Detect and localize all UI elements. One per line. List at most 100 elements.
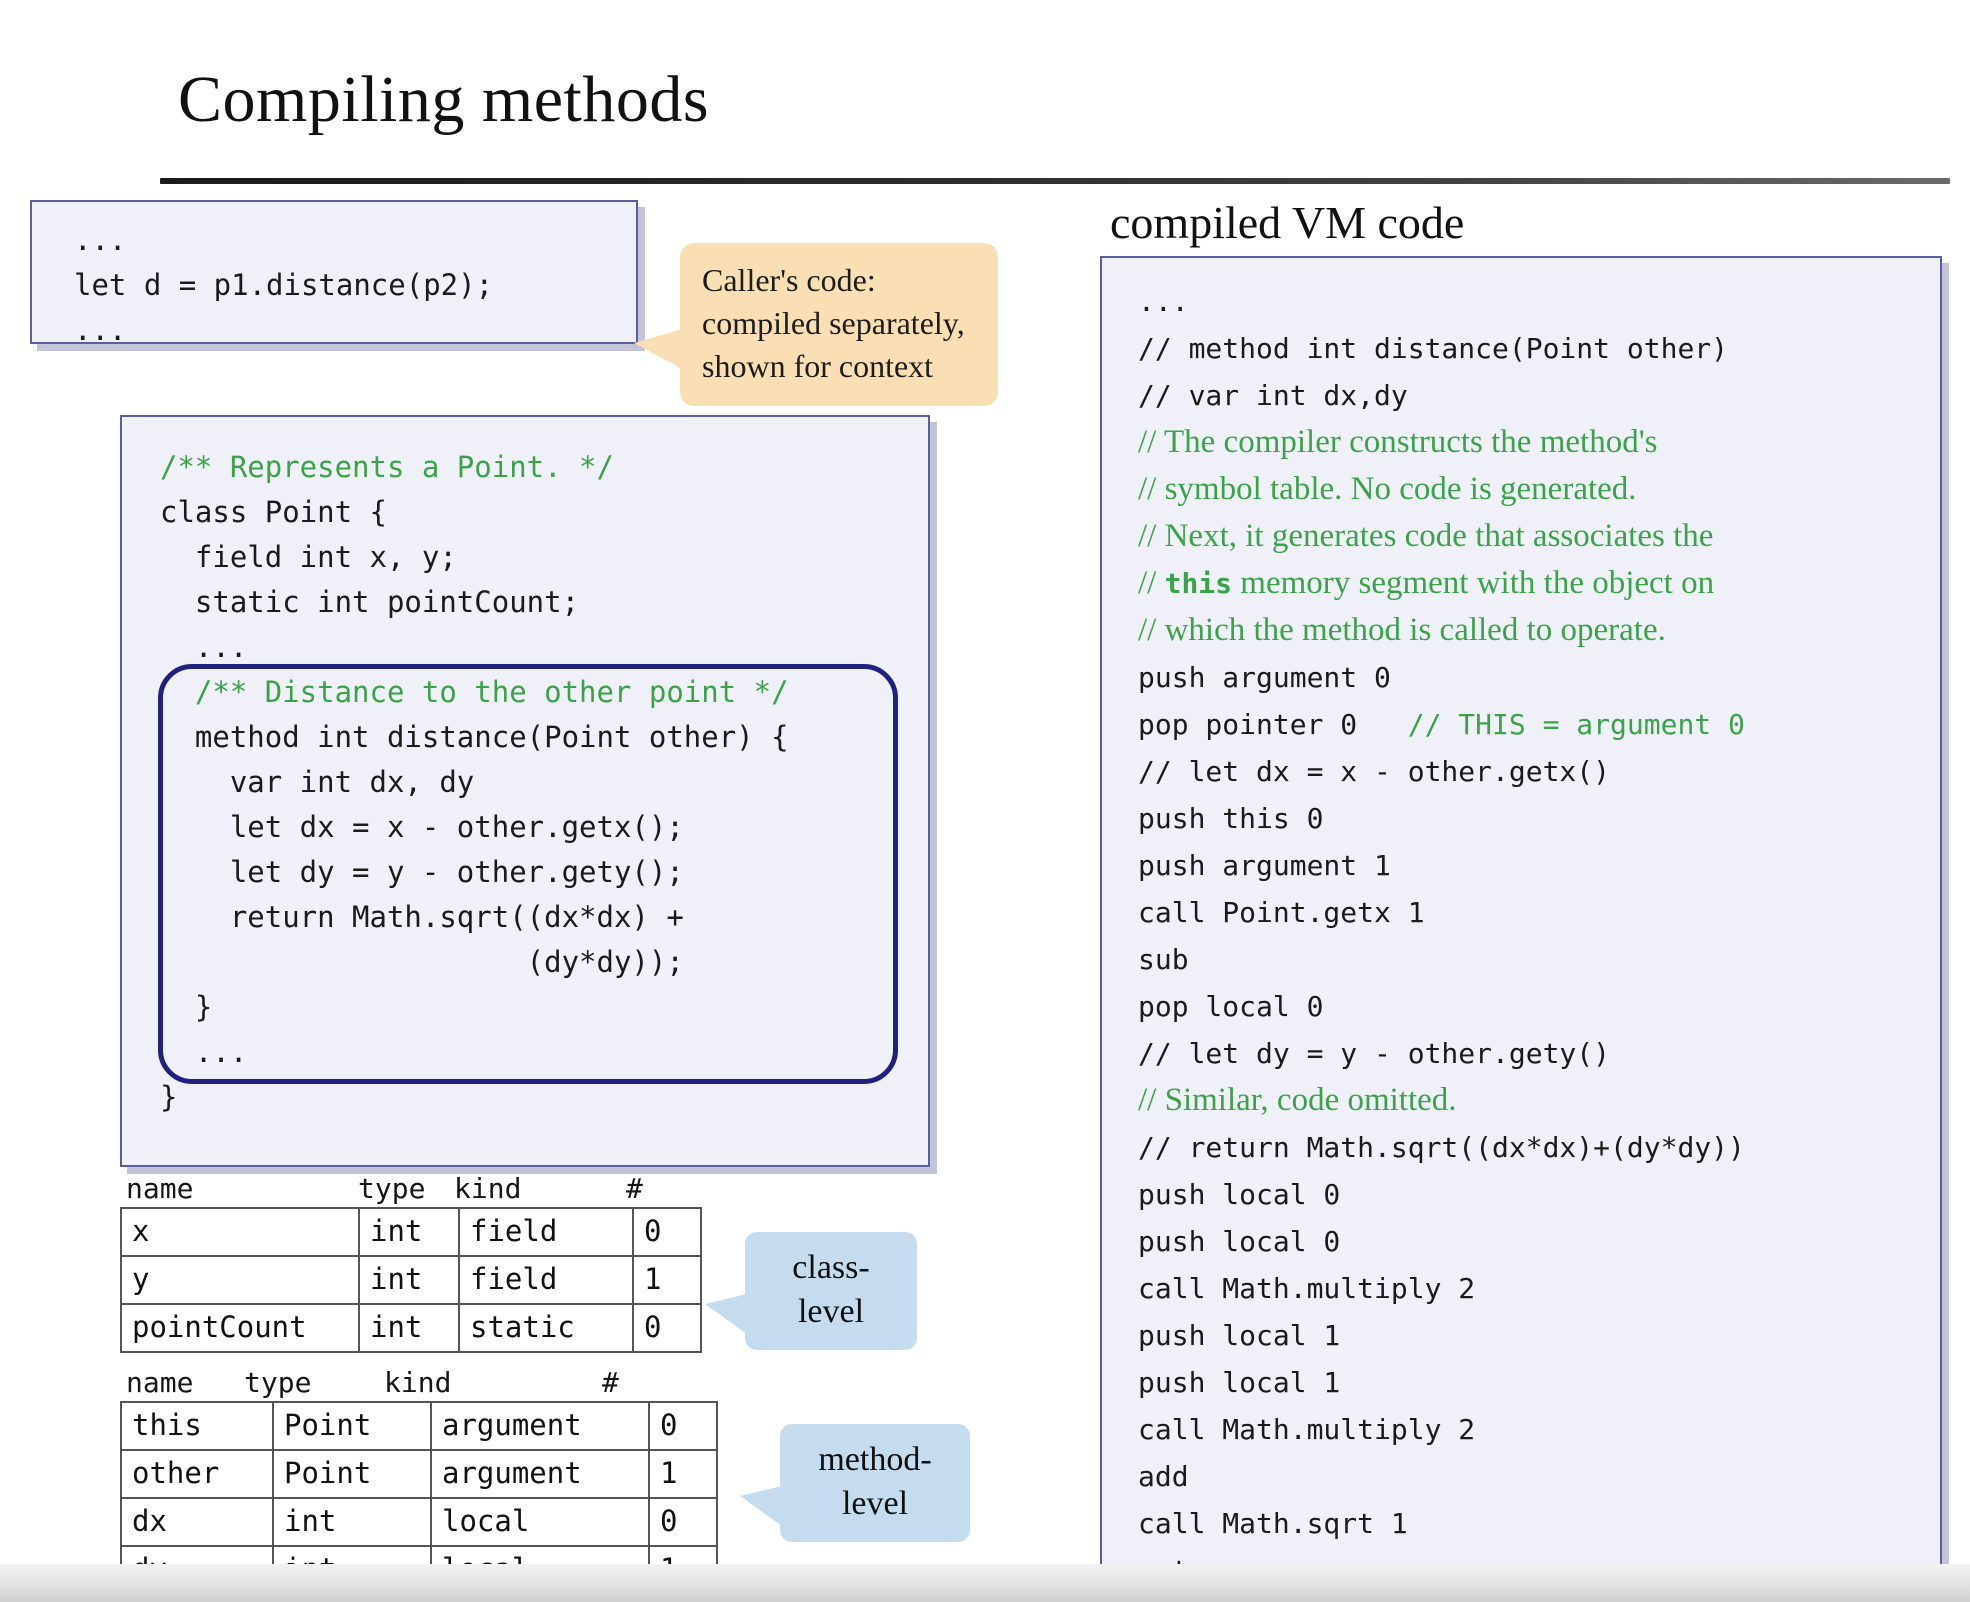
- jack-code-line: class Point {: [160, 495, 387, 529]
- jack-code-line: /** Represents a Point. */: [160, 450, 614, 484]
- bottom-toolbar-band: [0, 1564, 1970, 1602]
- class-level-callout: class- level: [705, 1232, 917, 1350]
- method-table-cell: dx: [120, 1497, 274, 1547]
- vm-code-line: push argument 1: [1138, 849, 1391, 882]
- vm-code-line: push local 1: [1138, 1366, 1341, 1399]
- vm-code-line: sub: [1138, 943, 1189, 976]
- vm-code-line: // Similar, code omitted.: [1138, 1082, 1457, 1118]
- method-highlight-outline: [158, 664, 898, 1084]
- slide-canvas: Compiling methods ... let d = p1.distance…: [0, 0, 1970, 1602]
- title-divider: [160, 178, 1950, 184]
- jack-code-line: static int pointCount;: [160, 585, 580, 619]
- class-table-header-row: name type kind #: [120, 1172, 702, 1205]
- vm-code-line: call Point.getx 1: [1138, 896, 1425, 929]
- class-table-cell: 1: [632, 1255, 702, 1305]
- class-table-cell: pointCount: [120, 1303, 360, 1353]
- method-table-cell: 0: [648, 1497, 718, 1547]
- vm-code-line: // let dy = y - other.gety(): [1138, 1037, 1611, 1070]
- callout-line-3: shown for context: [702, 348, 934, 384]
- method-table-header-row: name type kind #: [120, 1366, 718, 1399]
- class-table: x int field 0 y int field 1 pointCount int static 0: [120, 1207, 702, 1353]
- class-table-column-header: name: [126, 1172, 194, 1205]
- method-table-cell: this: [120, 1401, 274, 1451]
- callers-code-text: ... let d = p1.distance(p2);...: [74, 218, 636, 353]
- callers-code-panel: ... let d = p1.distance(p2);...: [30, 200, 638, 347]
- class-table-cell: static: [458, 1303, 634, 1353]
- vm-inline-comment: // THIS = argument 0: [1407, 708, 1745, 741]
- method-level-symbol-table: name type kind # this Point argument 0 other Poi…: [120, 1366, 718, 1595]
- table-row: dx int local 0: [120, 1497, 718, 1547]
- method-table-cell: other: [120, 1449, 274, 1499]
- vm-code-heading: compiled VM code: [1110, 197, 1465, 248]
- class-table-cell: 0: [632, 1207, 702, 1257]
- class-table-cell: int: [358, 1303, 460, 1353]
- jack-code-line: field int x, y;: [160, 540, 457, 574]
- vm-code-line: // method int distance(Point other): [1138, 332, 1729, 365]
- page-title: Compiling methods: [178, 63, 710, 136]
- method-table-cell: Point: [272, 1449, 432, 1499]
- method-callout-line-2: level: [841, 1485, 909, 1522]
- vm-code-line: push argument 0: [1138, 661, 1391, 694]
- table-row: y int field 1: [120, 1255, 702, 1305]
- class-table-column-header: kind: [454, 1172, 522, 1205]
- class-table-cell: field: [458, 1207, 634, 1257]
- class-table-cell: y: [120, 1255, 360, 1305]
- method-table-cell: 1: [648, 1449, 718, 1499]
- class-table-cell: field: [458, 1255, 634, 1305]
- method-table-column-header: #: [602, 1366, 619, 1399]
- method-table-cell: local: [430, 1497, 650, 1547]
- table-row: x int field 0: [120, 1207, 702, 1257]
- vm-code-line: call Math.multiply 2: [1138, 1413, 1476, 1446]
- method-table-column-header: name: [126, 1366, 194, 1399]
- class-table-cell: x: [120, 1207, 360, 1257]
- vm-code-line: ...: [1138, 285, 1189, 318]
- method-table-column-header: kind: [384, 1366, 452, 1399]
- vm-code-line: // let dx = x - other.getx(): [1138, 755, 1611, 788]
- class-table-column-header: #: [626, 1172, 643, 1205]
- vm-code-text: ... // method int distance(Point other) //…: [1138, 278, 1940, 1594]
- left-edge-margin: [0, 0, 26, 1602]
- caller-code-line: ...: [74, 313, 127, 347]
- vm-code-line: // symbol table. No code is generated.: [1138, 471, 1637, 507]
- callout-tail-icon: [634, 329, 682, 369]
- class-table-cell: int: [358, 1255, 460, 1305]
- vm-code-line: // this memory segment with the object o…: [1138, 565, 1715, 601]
- method-table-cell: argument: [430, 1449, 650, 1499]
- vm-code-line: // var int dx,dy: [1138, 379, 1408, 412]
- vm-code-line: // Next, it generates code that associat…: [1138, 518, 1714, 554]
- table-row: other Point argument 1: [120, 1449, 718, 1499]
- method-callout-line-1: method-: [818, 1441, 932, 1478]
- vm-code-line: add: [1138, 1460, 1189, 1493]
- class-table-cell: int: [358, 1207, 460, 1257]
- callout-line-1: Caller's code:: [702, 262, 876, 298]
- vm-code-line: push local 0: [1138, 1178, 1341, 1211]
- caller-code-line: let d = p1.distance(p2);: [74, 268, 494, 302]
- vm-code-line: call Math.multiply 2: [1138, 1272, 1476, 1305]
- vm-code-line: // which the method is called to operate…: [1138, 612, 1666, 648]
- callout-tail-icon: [705, 1294, 747, 1334]
- vm-code-line: // return Math.sqrt((dx*dx)+(dy*dy)): [1138, 1131, 1745, 1164]
- table-row: this Point argument 0: [120, 1401, 718, 1451]
- vm-code-line: push local 0: [1138, 1225, 1341, 1258]
- class-table-cell: 0: [632, 1303, 702, 1353]
- callout-tail-icon: [740, 1486, 782, 1526]
- vm-code-line: push this 0: [1138, 802, 1324, 835]
- vm-code-line: pop local 0: [1138, 990, 1324, 1023]
- method-table-cell: 0: [648, 1401, 718, 1451]
- callers-code-callout: Caller's code: compiled separately, show…: [634, 243, 998, 406]
- vm-code-line: call Math.sqrt 1: [1138, 1507, 1408, 1540]
- vm-prose-keyword: this: [1164, 567, 1233, 600]
- method-table-cell: argument: [430, 1401, 650, 1451]
- vm-code-line: push local 1: [1138, 1319, 1341, 1352]
- vm-code-line: // The compiler constructs the method's: [1138, 424, 1658, 460]
- class-table-column-header: type: [358, 1172, 426, 1205]
- vm-code-line: pop pointer 0 // THIS = argument 0: [1138, 701, 1940, 748]
- caller-code-line: ...: [74, 223, 127, 257]
- method-table-cell: Point: [272, 1401, 432, 1451]
- class-callout-line-2: level: [797, 1293, 865, 1330]
- vm-code-panel: ... // method int distance(Point other) //…: [1100, 256, 1942, 1587]
- method-table-column-header: type: [244, 1366, 312, 1399]
- class-callout-line-1: class-: [792, 1249, 870, 1286]
- class-level-symbol-table: name type kind # x int field 0 y int field 1 pointC…: [120, 1172, 702, 1353]
- callout-line-2: compiled separately,: [702, 305, 965, 341]
